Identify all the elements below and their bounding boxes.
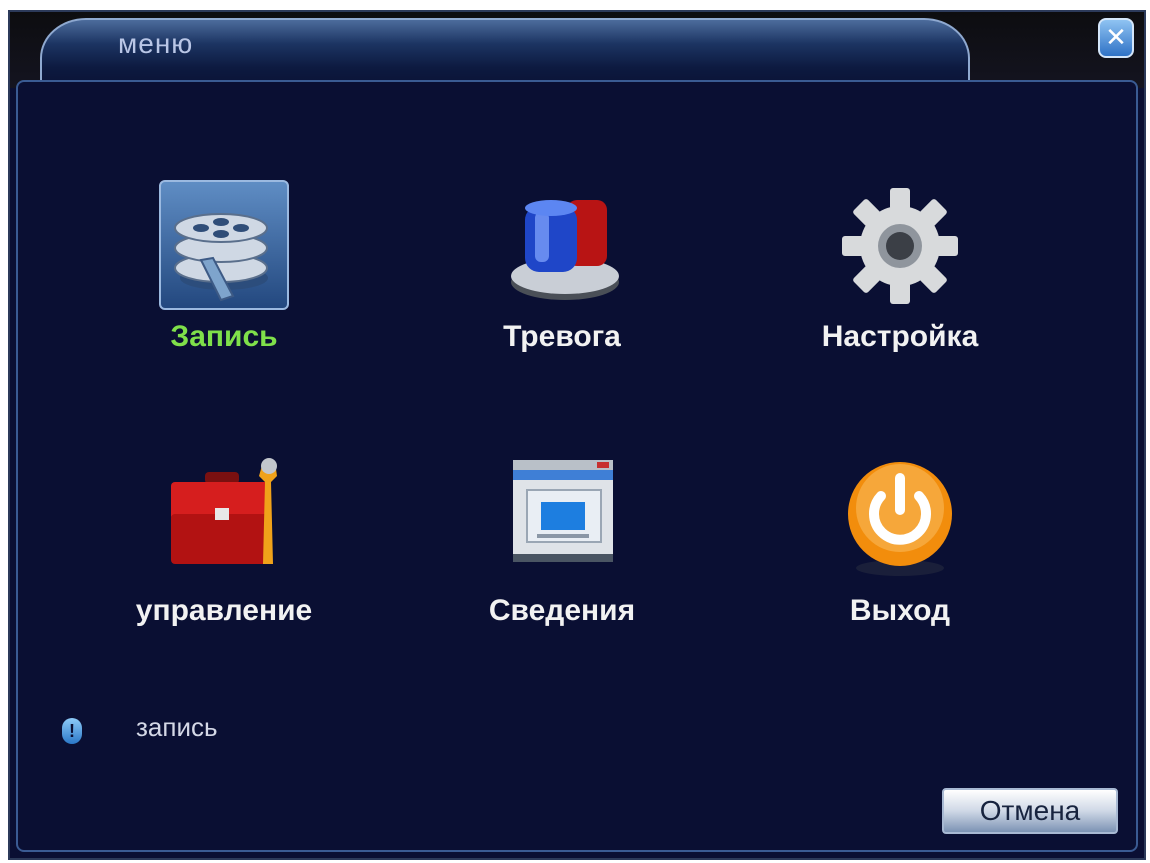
menu-item-label: Сведения — [488, 594, 636, 627]
window-title: меню — [118, 28, 194, 59]
film-reels-icon — [159, 180, 289, 310]
gear-icon — [835, 180, 965, 310]
menu-item-alarm[interactable]: Тревога — [432, 180, 692, 354]
alarm-siren-icon — [497, 180, 627, 310]
toolbox-icon — [159, 454, 289, 584]
close-icon: ✕ — [1105, 23, 1127, 53]
title-bar: меню ✕ — [10, 12, 1144, 88]
menu-item-label: Запись — [170, 320, 278, 353]
cancel-button[interactable]: Отмена — [942, 788, 1118, 834]
menu-item-label: Тревога — [503, 320, 621, 353]
menu-item-label: Выход — [849, 594, 951, 627]
info-icon: ! — [62, 718, 82, 744]
menu-item-management[interactable]: управление — [94, 454, 354, 628]
close-button[interactable]: ✕ — [1098, 18, 1134, 58]
menu-item-record[interactable]: Запись — [94, 180, 354, 354]
info-window-icon — [497, 454, 627, 584]
menu-item-exit[interactable]: Выход — [770, 454, 1030, 628]
menu-item-label: Настройка — [821, 320, 979, 353]
hint-text: запись — [136, 712, 218, 742]
menu-item-info[interactable]: Сведения — [432, 454, 692, 628]
menu-item-label: управление — [135, 594, 313, 627]
power-icon — [835, 454, 965, 584]
menu-item-settings[interactable]: Настройка — [770, 180, 1030, 354]
menu-window: меню ✕ Запись Тревога Настройка управлен… — [8, 10, 1146, 860]
